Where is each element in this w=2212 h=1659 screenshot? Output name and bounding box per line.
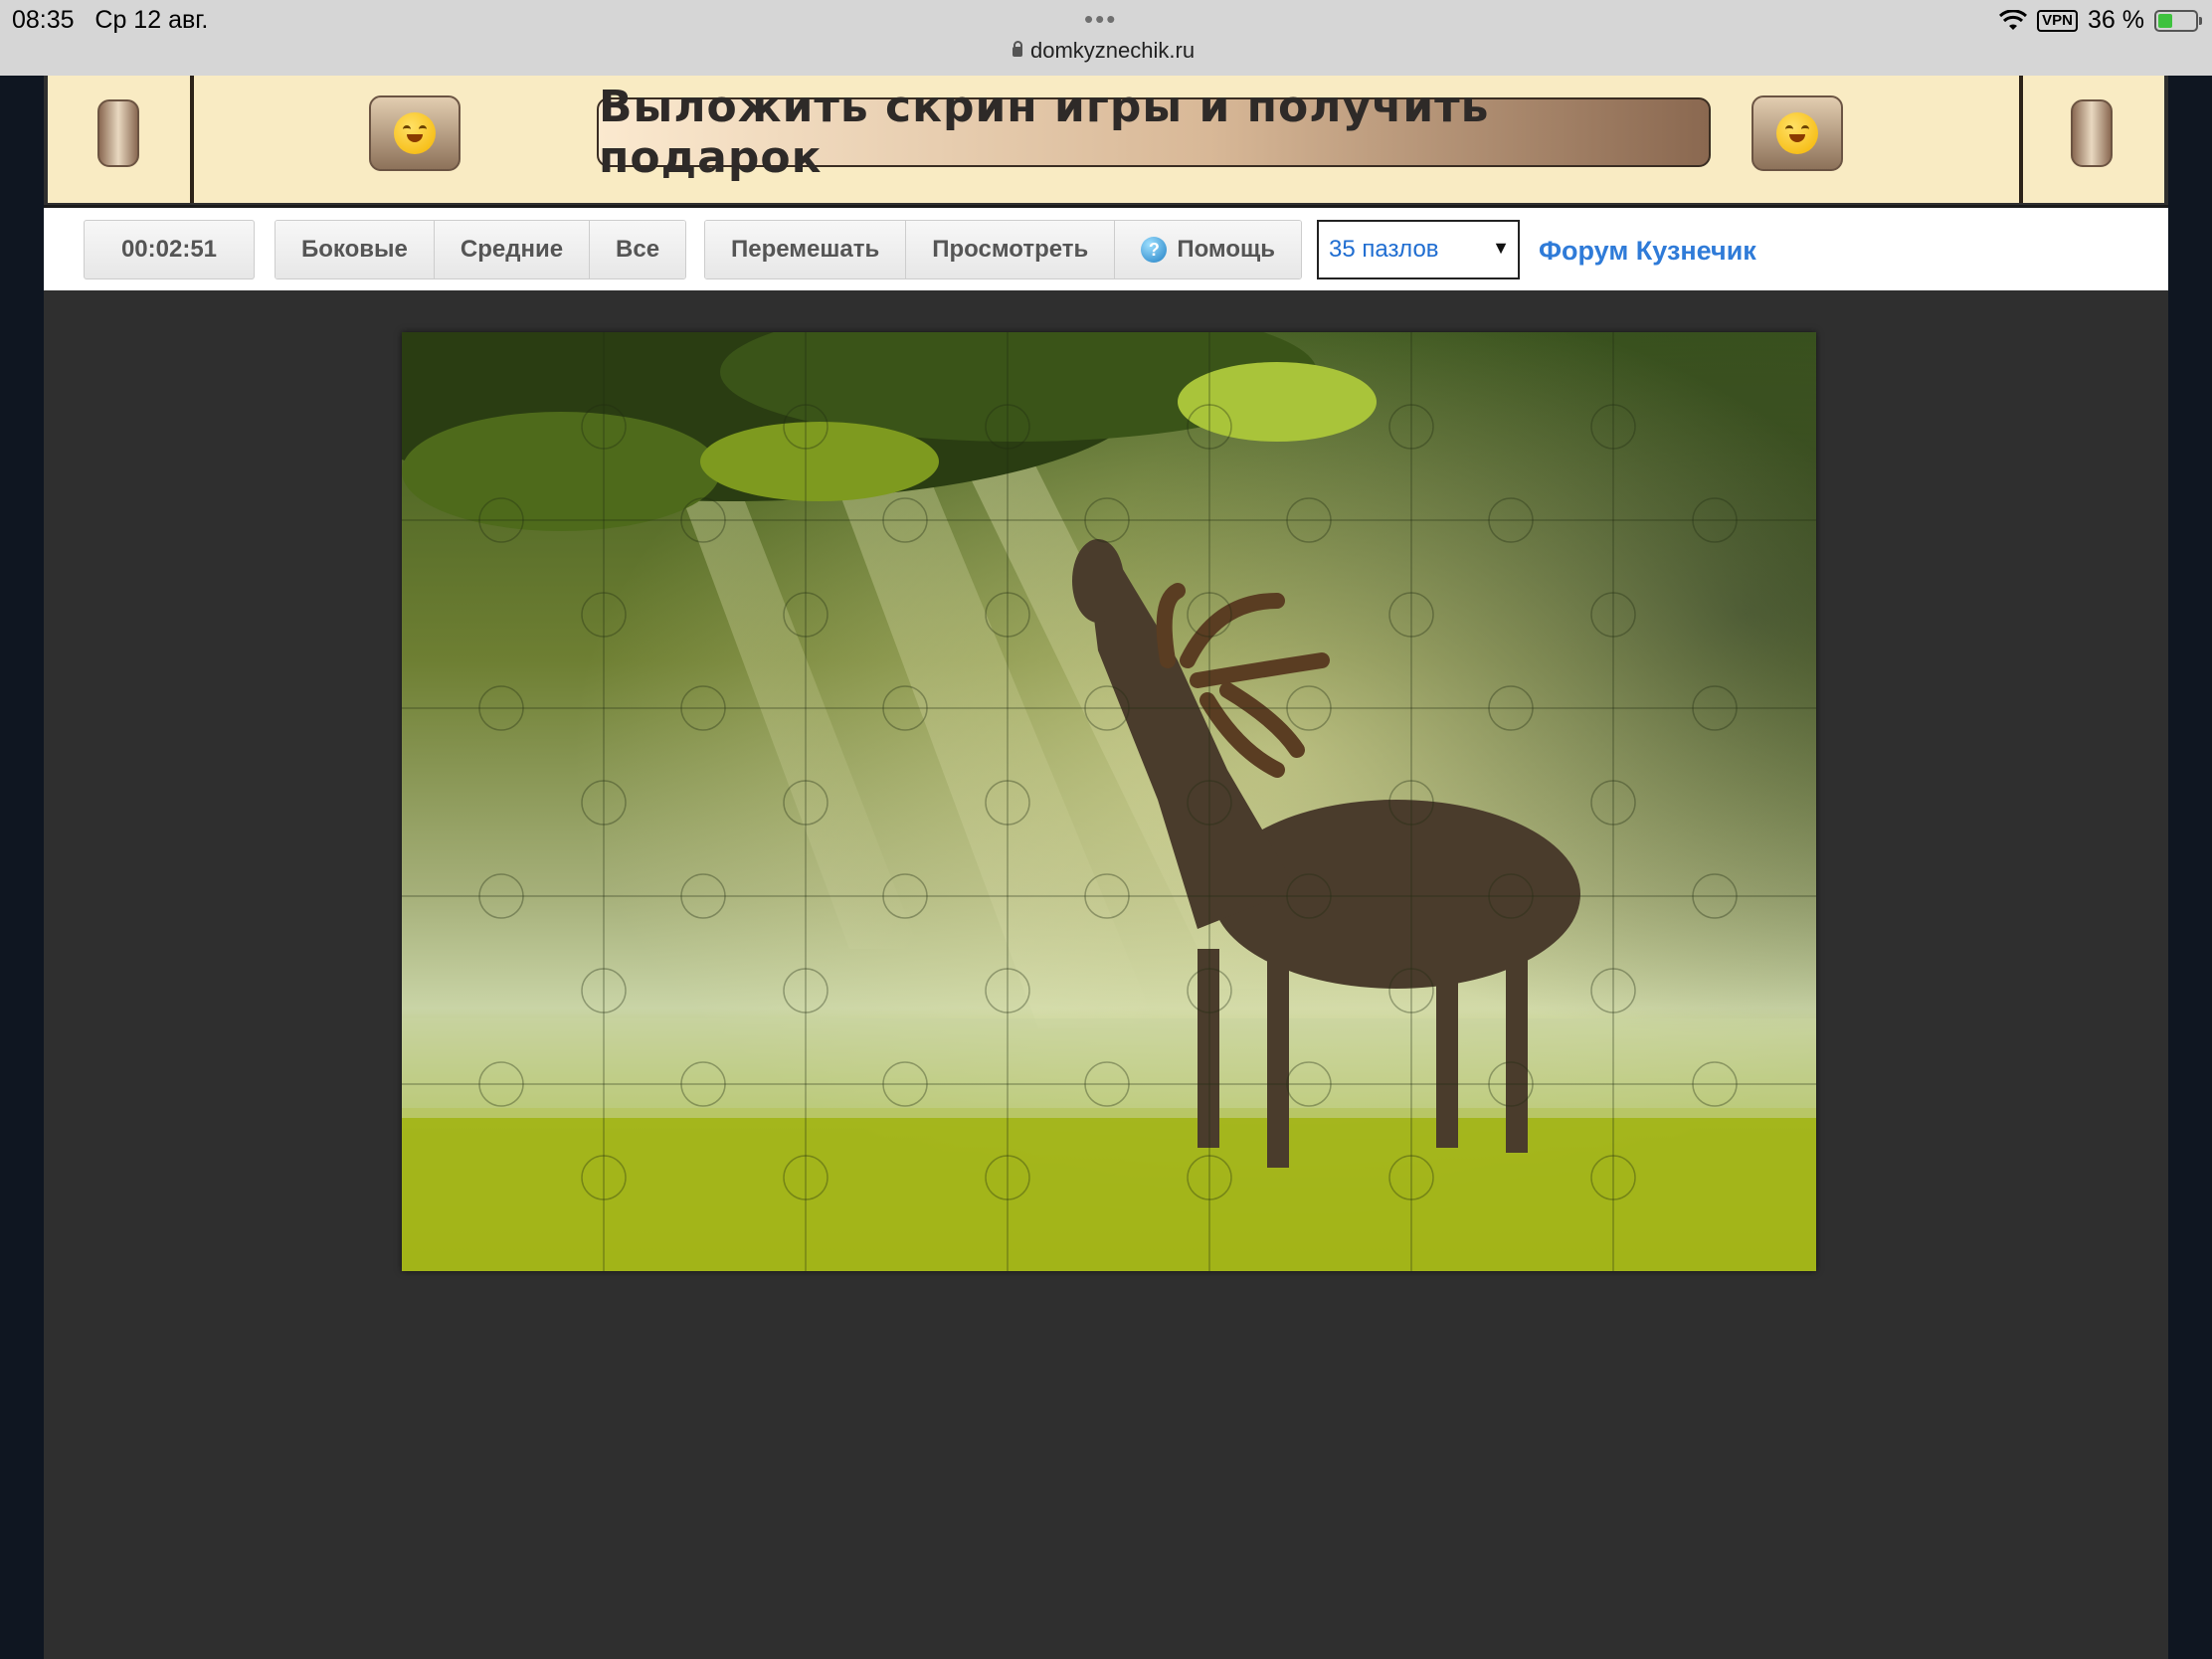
puzzle-board[interactable] bbox=[402, 332, 1816, 1271]
forum-link[interactable]: Форум Кузнечик bbox=[1539, 236, 1756, 267]
filter-middle-button[interactable]: Средние bbox=[434, 221, 591, 278]
hugging-emoji-left-icon[interactable] bbox=[369, 95, 461, 171]
filter-all-button[interactable]: Все bbox=[590, 221, 686, 278]
puzzle-count-select[interactable]: 35 пазлов ▼ bbox=[1317, 220, 1520, 279]
banner-divider-right bbox=[2019, 76, 2023, 203]
multitask-dots[interactable]: ••• bbox=[1084, 4, 1117, 35]
battery-percent: 36 % bbox=[2088, 6, 2144, 34]
wifi-icon bbox=[1999, 9, 2028, 30]
help-icon: ? bbox=[1141, 237, 1168, 263]
status-indicators: VPN 36 % bbox=[1999, 6, 2202, 35]
vpn-badge: VPN bbox=[2037, 9, 2079, 32]
piece-filter-group: Боковые Средние Все bbox=[275, 220, 687, 279]
url-text: domkyznechik.ru bbox=[1030, 38, 1196, 63]
lock-icon bbox=[1013, 41, 1022, 57]
promo-banner: Выложить скрин игры и получить подарок bbox=[48, 76, 2164, 203]
filter-edge-button[interactable]: Боковые bbox=[276, 221, 435, 278]
timer-display: 00:02:51 bbox=[84, 220, 255, 279]
help-button[interactable]: ? Помощь bbox=[1115, 221, 1302, 278]
dropdown-arrow-icon: ▼ bbox=[1492, 238, 1510, 258]
puzzle-image bbox=[402, 332, 1816, 1271]
share-screenshot-button[interactable]: Выложить скрин игры и получить подарок bbox=[597, 82, 1711, 183]
help-label: Помощь bbox=[1177, 236, 1276, 263]
status-time: 08:35 Ср 12 авг. bbox=[12, 6, 209, 34]
banner-ornament-right bbox=[2071, 99, 2113, 167]
action-button-group: Перемешать Просмотреть ? Помощь bbox=[704, 220, 1303, 279]
puzzle-count-value: 35 пазлов bbox=[1329, 236, 1439, 263]
preview-button[interactable]: Просмотреть bbox=[906, 221, 1116, 278]
address-bar[interactable]: domkyznechik.ru bbox=[1013, 38, 1195, 64]
battery-icon bbox=[2154, 9, 2202, 32]
banner-ornament-left bbox=[97, 99, 139, 167]
banner-divider-left bbox=[190, 76, 194, 203]
hugging-emoji-right-icon[interactable] bbox=[1751, 95, 1843, 171]
shuffle-button[interactable]: Перемешать bbox=[705, 221, 907, 278]
ios-status-bar: 08:35 Ср 12 авг. ••• domkyznechik.ru VPN… bbox=[0, 0, 2212, 76]
game-toolbar: 00:02:51 Боковые Средние Все Перемешать … bbox=[44, 205, 2168, 290]
